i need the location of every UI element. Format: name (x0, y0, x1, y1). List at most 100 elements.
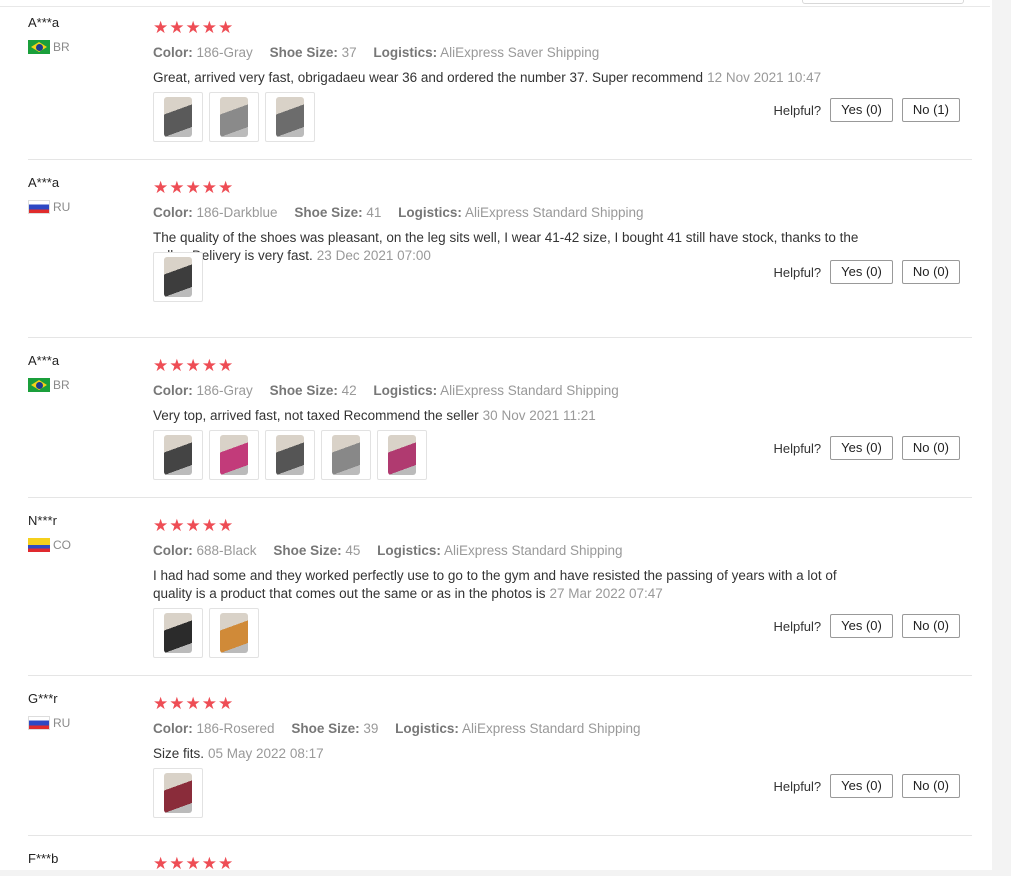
sku-attributes: Color: 688-Black Shoe Size: 45 Logistics… (153, 543, 623, 558)
reviewer-name: F***b (28, 851, 59, 866)
helpful-votes: Helpful? Yes (0) No (0) (773, 436, 960, 460)
shoe-size-label: Shoe Size: (269, 383, 338, 398)
color-value: 186-Rosered (196, 721, 275, 736)
reviewer-country: BR (28, 40, 70, 54)
review-photo-thumbnail[interactable] (377, 430, 427, 480)
logistics-label: Logistics: (377, 543, 441, 558)
shoe-photo-icon (332, 435, 360, 475)
logistics-label: Logistics: (395, 721, 459, 736)
reviewer-country: BR (28, 378, 70, 392)
helpful-votes: Helpful? Yes (0) No (0) (773, 260, 960, 284)
logistics-value: AliExpress Standard Shipping (443, 543, 623, 558)
reviewer-name: A***a (28, 353, 60, 368)
shoe-size-label: Shoe Size: (269, 45, 338, 60)
helpful-yes-button[interactable]: Yes (0) (830, 260, 893, 284)
review-photo-thumbnail[interactable] (153, 608, 203, 658)
review-photos (153, 92, 315, 142)
helpful-yes-button[interactable]: Yes (0) (830, 436, 893, 460)
color-value: 186-Gray (196, 45, 253, 60)
shoe-photo-icon (164, 435, 192, 475)
reviews-panel: A***a BR ★★★★★ Color: 186-Gray Shoe Size… (0, 0, 992, 873)
helpful-yes-button[interactable]: Yes (0) (830, 98, 893, 122)
review-item: A***a RU ★★★★★ Color: 186-Darkblue Shoe … (0, 160, 990, 338)
helpful-no-button[interactable]: No (0) (901, 260, 960, 284)
russia-flag-icon (28, 716, 50, 730)
helpful-no-button[interactable]: No (0) (901, 614, 960, 638)
color-label: Color: (153, 721, 193, 736)
review-body: I had had some and they worked perfectly… (153, 568, 837, 601)
shoe-photo-icon (164, 613, 192, 653)
reviewer-country: RU (28, 200, 70, 214)
page-scrollbar[interactable] (992, 0, 1011, 870)
color-value: 688-Black (196, 543, 257, 558)
helpful-votes: Helpful? Yes (0) No (0) (773, 774, 960, 798)
shoe-size-value: 41 (366, 205, 382, 220)
logistics-value: AliExpress Standard Shipping (461, 721, 641, 736)
helpful-yes-button[interactable]: Yes (0) (830, 614, 893, 638)
logistics-value: AliExpress Standard Shipping (464, 205, 644, 220)
shoe-photo-icon (276, 97, 304, 137)
helpful-label: Helpful? (773, 618, 822, 634)
shoe-photo-icon (220, 97, 248, 137)
review-item: F***b ★★★★★ (0, 836, 990, 876)
review-item: N***r CO ★★★★★ Color: 688-Black Shoe Siz… (0, 498, 990, 676)
shoe-size-label: Shoe Size: (291, 721, 360, 736)
review-photo-thumbnail[interactable] (153, 92, 203, 142)
review-date: 12 Nov 2021 10:47 (707, 70, 822, 85)
shoe-photo-icon (164, 773, 192, 813)
review-photos (153, 430, 427, 480)
sku-attributes: Color: 186-Rosered Shoe Size: 39 Logisti… (153, 721, 641, 736)
sku-attributes: Color: 186-Gray Shoe Size: 37 Logistics:… (153, 45, 599, 60)
review-photo-thumbnail[interactable] (265, 430, 315, 480)
review-text: Size fits. 05 May 2022 08:17 (153, 745, 865, 763)
reviewer-name: A***a (28, 15, 60, 30)
shoe-size-value: 45 (345, 543, 361, 558)
shoe-size-value: 42 (341, 383, 357, 398)
shoe-photo-icon (220, 613, 248, 653)
country-code: BR (53, 40, 70, 54)
sku-attributes: Color: 186-Darkblue Shoe Size: 41 Logist… (153, 205, 644, 220)
helpful-votes: Helpful? Yes (0) No (0) (773, 614, 960, 638)
brazil-flag-icon (28, 40, 50, 54)
helpful-no-button[interactable]: No (0) (901, 436, 960, 460)
review-photo-thumbnail[interactable] (153, 768, 203, 818)
star-rating: ★★★★★ (153, 178, 235, 197)
review-date: 05 May 2022 08:17 (208, 746, 324, 761)
helpful-votes: Helpful? Yes (0) No (1) (773, 98, 960, 122)
star-rating: ★★★★★ (153, 516, 235, 535)
shoe-size-label: Shoe Size: (294, 205, 363, 220)
shoe-photo-icon (276, 435, 304, 475)
review-photo-thumbnail[interactable] (209, 92, 259, 142)
logistics-label: Logistics: (398, 205, 462, 220)
review-item: A***a BR ★★★★★ Color: 186-Gray Shoe Size… (0, 338, 990, 498)
review-photo-thumbnail[interactable] (153, 430, 203, 480)
review-photo-thumbnail[interactable] (209, 608, 259, 658)
review-photo-thumbnail[interactable] (209, 430, 259, 480)
helpful-no-button[interactable]: No (1) (901, 98, 960, 122)
shoe-photo-icon (164, 97, 192, 137)
review-photo-thumbnail[interactable] (265, 92, 315, 142)
shoe-size-value: 37 (341, 45, 357, 60)
review-text: I had had some and they worked perfectly… (153, 567, 865, 603)
helpful-label: Helpful? (773, 440, 822, 456)
helpful-no-button[interactable]: No (0) (901, 774, 960, 798)
helpful-yes-button[interactable]: Yes (0) (830, 774, 893, 798)
brazil-flag-icon (28, 378, 50, 392)
reviewer-name: G***r (28, 691, 58, 706)
country-code: RU (53, 716, 71, 730)
shoe-photo-icon (388, 435, 416, 475)
review-body: Great, arrived very fast, obrigadaeu wea… (153, 70, 704, 85)
review-body: Very top, arrived fast, not taxed Recomm… (153, 408, 479, 423)
russia-flag-icon (28, 200, 50, 214)
helpful-label: Helpful? (773, 778, 822, 794)
country-code: BR (53, 378, 70, 392)
star-rating: ★★★★★ (153, 356, 235, 375)
logistics-label: Logistics: (373, 45, 438, 60)
logistics-value: AliExpress Saver Shipping (440, 45, 600, 60)
color-label: Color: (153, 383, 193, 398)
logistics-value: AliExpress Standard Shipping (440, 383, 619, 398)
review-photo-thumbnail[interactable] (153, 252, 203, 302)
shoe-photo-icon (164, 257, 192, 297)
review-photo-thumbnail[interactable] (321, 430, 371, 480)
review-text: Great, arrived very fast, obrigadaeu wea… (153, 69, 865, 87)
